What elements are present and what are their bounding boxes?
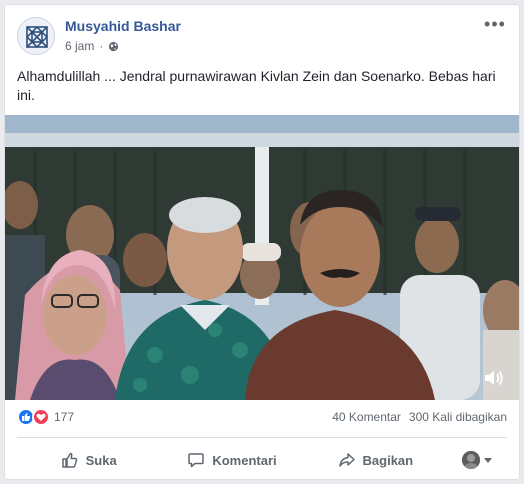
- love-reaction-icon: [32, 408, 50, 426]
- share-count[interactable]: 300 Kali dibagikan: [409, 410, 507, 424]
- like-button[interactable]: Suka: [17, 444, 160, 476]
- share-button[interactable]: Bagikan: [304, 444, 447, 476]
- reaction-icons[interactable]: [17, 408, 50, 426]
- volume-icon[interactable]: [483, 368, 505, 388]
- comment-count[interactable]: 40 Komentar: [332, 410, 401, 424]
- author-name[interactable]: Musyahid Bashar: [65, 18, 181, 34]
- user-avatar-icon: [461, 451, 480, 469]
- author-avatar[interactable]: [17, 17, 55, 55]
- globe-icon[interactable]: [108, 41, 119, 52]
- post-time[interactable]: 6 jam: [65, 39, 94, 53]
- comment-label: Komentari: [212, 452, 277, 468]
- share-as-selector[interactable]: [447, 451, 507, 469]
- comment-button[interactable]: Komentari: [160, 444, 303, 476]
- post-card: Musyahid Bashar 6 jam · ••• Alhamdulilla…: [4, 4, 520, 480]
- chevron-down-icon: [483, 457, 492, 463]
- thumbs-up-icon: [61, 452, 77, 468]
- dot-separator: ·: [99, 39, 104, 53]
- like-label: Suka: [85, 452, 117, 468]
- share-arrow-icon: [338, 453, 355, 467]
- video-frame: [5, 115, 519, 400]
- share-label: Bagikan: [362, 452, 414, 468]
- comment-icon: [188, 453, 205, 468]
- video-player[interactable]: [5, 115, 519, 400]
- post-meta: 6 jam ·: [65, 39, 119, 53]
- post-text: Alhamdulillah ... Jendral purnawirawan K…: [17, 68, 496, 103]
- engagement-counts: 40 Komentar 300 Kali dibagikan: [332, 410, 507, 424]
- action-divider: [17, 437, 507, 438]
- reaction-stats: 177 40 Komentar 300 Kali dibagikan: [17, 406, 507, 428]
- more-options-button[interactable]: •••: [483, 15, 507, 37]
- post-header: Musyahid Bashar 6 jam · •••: [17, 15, 507, 61]
- reaction-count[interactable]: 177: [54, 410, 74, 424]
- post-actions: Suka Komentari Bagikan: [17, 442, 507, 478]
